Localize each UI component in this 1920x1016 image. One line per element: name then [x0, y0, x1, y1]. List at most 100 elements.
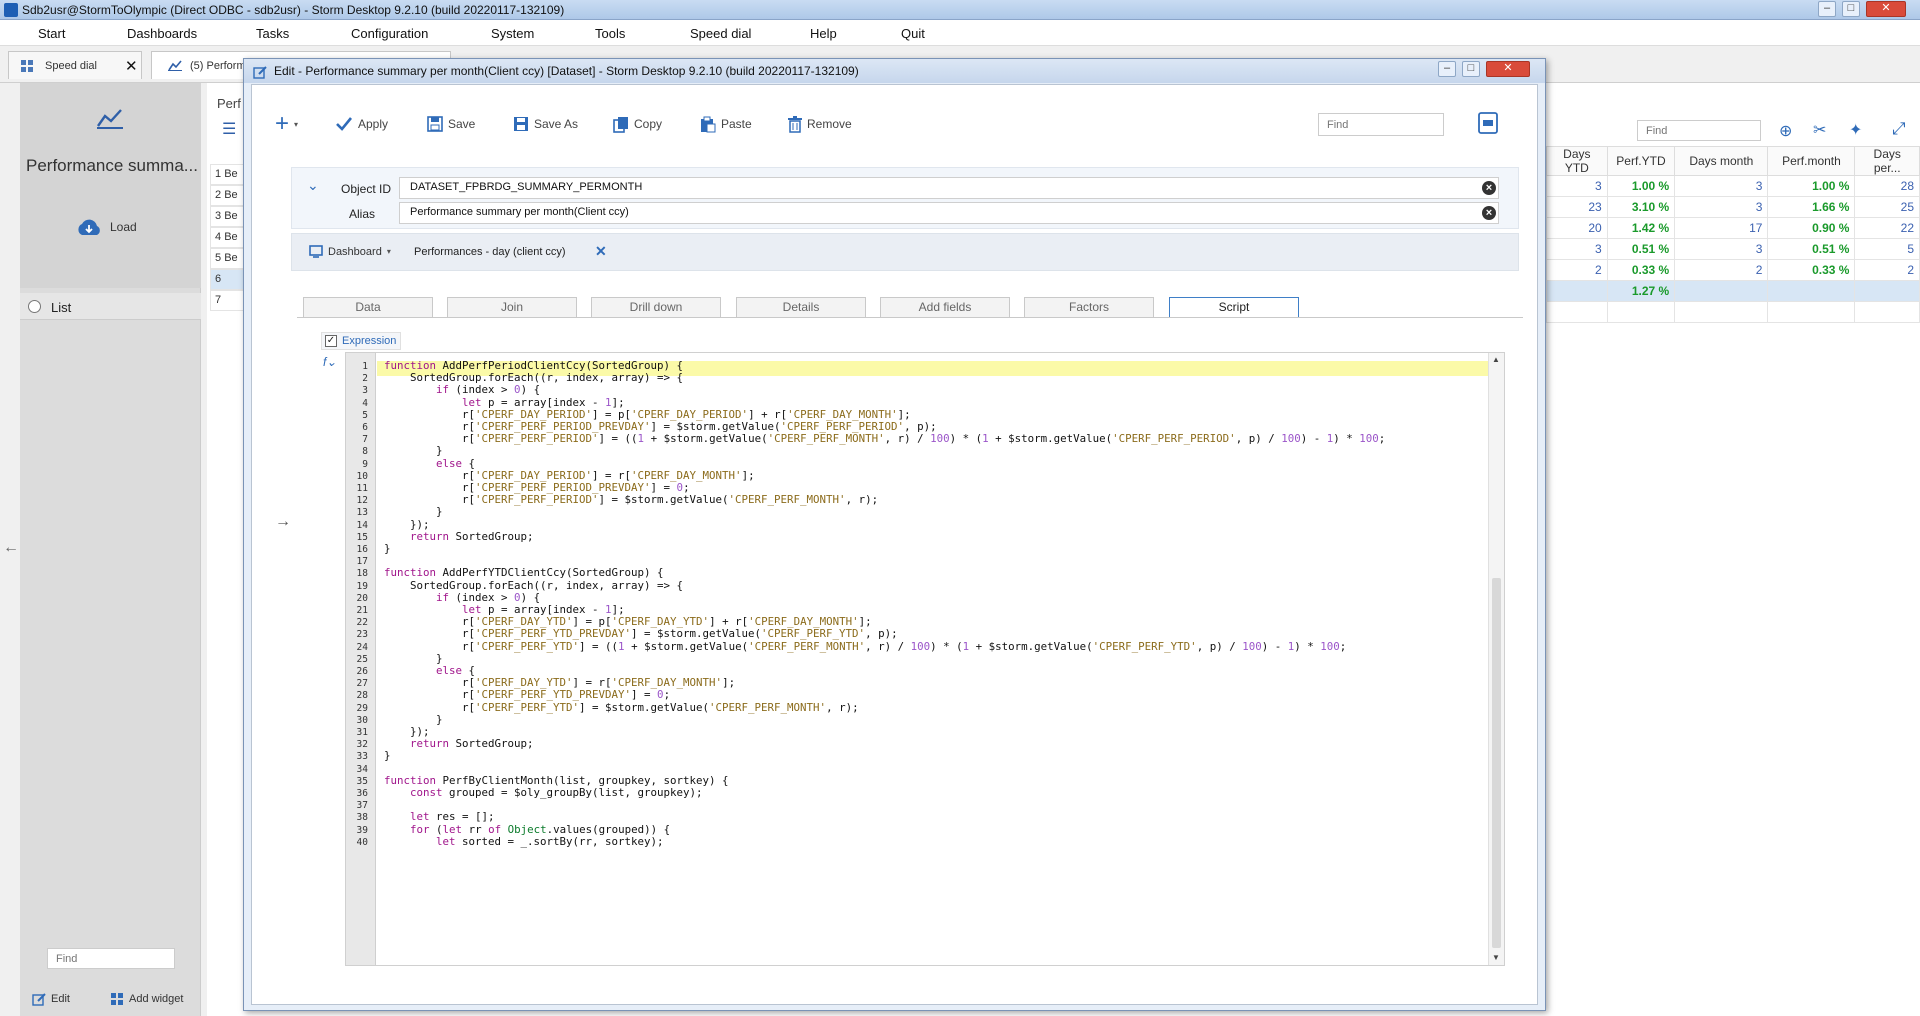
save-button[interactable]: Save [427, 113, 475, 135]
copy-button[interactable]: Copy [613, 113, 662, 135]
menu-dashboards[interactable]: Dashboards [127, 26, 197, 41]
subtab-script[interactable]: Script [1169, 297, 1299, 317]
dashboard-find-input[interactable] [1637, 120, 1761, 141]
list-radio[interactable] [28, 300, 41, 313]
cell: 20 [1546, 217, 1608, 239]
expression-checkbox[interactable]: ✓ [325, 335, 337, 347]
menu-tools[interactable]: Tools [595, 26, 625, 41]
clear-alias-icon[interactable]: × [1482, 206, 1496, 220]
col-days-ytd[interactable]: Days YTD [1546, 146, 1608, 176]
cell [1546, 301, 1608, 323]
dialog-maximize-icon[interactable]: □ [1462, 61, 1480, 77]
subtab-factors[interactable]: Factors [1024, 297, 1154, 317]
add-button[interactable]: + ▾ [275, 112, 299, 136]
pin-icon[interactable]: ✦ [1849, 120, 1862, 140]
paste-button[interactable]: Paste [700, 113, 752, 135]
code-line: const grouped = $oly_groupBy(list, group… [410, 786, 703, 799]
expression-tab[interactable]: ✓ Expression [321, 332, 401, 350]
line-number: 28 [356, 690, 368, 702]
table-row[interactable]: 1.27 % [1546, 280, 1920, 302]
object-id-field[interactable]: DATASET_FPBRDG_SUMMARY_PERMONTH [399, 177, 1499, 199]
table-row[interactable]: 3 1.00 % 3 1.00 % 28 [1546, 175, 1920, 197]
cell: 1.42 % [1606, 217, 1676, 239]
copy-icon [613, 116, 629, 133]
dashboard-chip[interactable]: Performances - day (client ccy) [414, 246, 566, 258]
sidebar-find-input[interactable] [47, 948, 175, 969]
edit-label: Edit [51, 993, 70, 1005]
scroll-up-icon[interactable]: ▲ [1492, 355, 1500, 364]
dialog-close-icon[interactable]: ✕ [1486, 61, 1530, 77]
save-as-button[interactable]: Save As [513, 113, 578, 135]
apply-button[interactable]: Apply [335, 113, 388, 135]
cell: 3 [1546, 238, 1608, 260]
editor-scrollbar[interactable]: ▲ ▼ [1488, 353, 1504, 965]
menu-quit[interactable]: Quit [901, 26, 925, 41]
load-button[interactable]: Load [76, 217, 137, 237]
edit-button[interactable]: Edit [32, 992, 70, 1006]
table-row[interactable]: 3 0.51 % 3 0.51 % 5 [1546, 238, 1920, 260]
minimize-icon[interactable]: – [1818, 1, 1836, 17]
speed-dial-icon [21, 60, 35, 72]
expand-icon[interactable]: ⤢ [1892, 119, 1906, 139]
tab-close-icon[interactable]: ✕ [125, 57, 138, 75]
subtab-add-fields[interactable]: Add fields [880, 297, 1010, 317]
col-days-period[interactable]: Days per... [1854, 146, 1920, 176]
subtab-drill-down[interactable]: Drill down [591, 297, 721, 317]
menu-start[interactable]: Start [38, 26, 65, 41]
monitor-icon [309, 245, 323, 258]
dashboard-label: Dashboard [328, 245, 382, 258]
line-number: 30 [356, 714, 368, 726]
code-line: } [384, 505, 443, 519]
table-row[interactable]: 23 3.10 % 3 1.66 % 25 [1546, 196, 1920, 218]
list-option[interactable]: List [20, 293, 201, 320]
dialog-find-input[interactable] [1318, 113, 1444, 136]
left-collapse-strip: ← [0, 83, 20, 1016]
add-widget-label: Add widget [129, 993, 184, 1005]
subtab-data[interactable]: Data [303, 297, 433, 317]
save-icon [427, 116, 443, 132]
col-perf-month[interactable]: Perf.month [1767, 146, 1856, 176]
line-number: 6 [362, 422, 368, 433]
cell: 0.33 % [1606, 259, 1676, 281]
dialog-minimize-icon[interactable]: – [1438, 61, 1456, 77]
export-icon[interactable] [1478, 112, 1498, 134]
chevron-down-icon: ▾ [294, 119, 299, 129]
table-row[interactable]: 20 1.42 % 17 0.90 % 22 [1546, 217, 1920, 239]
script-editor[interactable]: 1 2 3 4 5 6 7 8 9 10 11 12 13 14 15 16 17 18 19 20 21 22 23 24 2… [345, 352, 1505, 966]
menu-tasks[interactable]: Tasks [256, 26, 289, 41]
line-number: 18 [356, 568, 368, 580]
collapse-arrow-icon[interactable]: ← [3, 539, 19, 557]
maximize-icon[interactable]: □ [1842, 1, 1860, 17]
subtab-details[interactable]: Details [736, 297, 866, 317]
col-days-month[interactable]: Days month [1674, 146, 1769, 176]
subtab-join[interactable]: Join [447, 297, 577, 317]
hamburger-icon[interactable]: ☰ [222, 119, 236, 139]
menu-configuration[interactable]: Configuration [351, 26, 428, 41]
line-number: 31 [356, 727, 368, 738]
dashboard-selector[interactable]: Dashboard ▾ [309, 245, 391, 258]
menu-help[interactable]: Help [810, 26, 837, 41]
tab-performance-label: (5) Perform [190, 60, 246, 72]
scroll-down-icon[interactable]: ▼ [1492, 953, 1500, 962]
col-perf-ytd[interactable]: Perf.YTD [1606, 146, 1676, 176]
menu-speed-dial[interactable]: Speed dial [690, 26, 751, 41]
collapse-chevron-icon[interactable]: ⌄ [307, 177, 319, 194]
code-line: return SortedGroup; [410, 737, 534, 751]
menu-system[interactable]: System [491, 26, 534, 41]
function-icon[interactable]: f⌄ [323, 355, 336, 369]
locate-icon[interactable]: ⊕ [1779, 121, 1792, 141]
remove-dashboard-icon[interactable]: ✕ [595, 243, 607, 260]
tab-speed-dial[interactable]: Speed dial ✕ [8, 51, 142, 79]
clear-object-id-icon[interactable]: × [1482, 181, 1496, 195]
line-number: 38 [356, 812, 368, 824]
add-widget-button[interactable]: Add widget [110, 992, 183, 1006]
scroll-thumb[interactable] [1492, 578, 1501, 948]
alias-field[interactable]: Performance summary per month(Client ccy… [399, 202, 1499, 224]
table-row[interactable] [1546, 301, 1920, 323]
arrow-right-icon[interactable]: → [275, 513, 291, 531]
tools-icon[interactable]: ✂ [1813, 120, 1826, 140]
close-icon[interactable]: ✕ [1866, 1, 1906, 17]
table-row[interactable]: 2 0.33 % 2 0.33 % 2 [1546, 259, 1920, 281]
remove-button[interactable]: Remove [788, 113, 852, 135]
row-stub: Be [224, 168, 238, 180]
